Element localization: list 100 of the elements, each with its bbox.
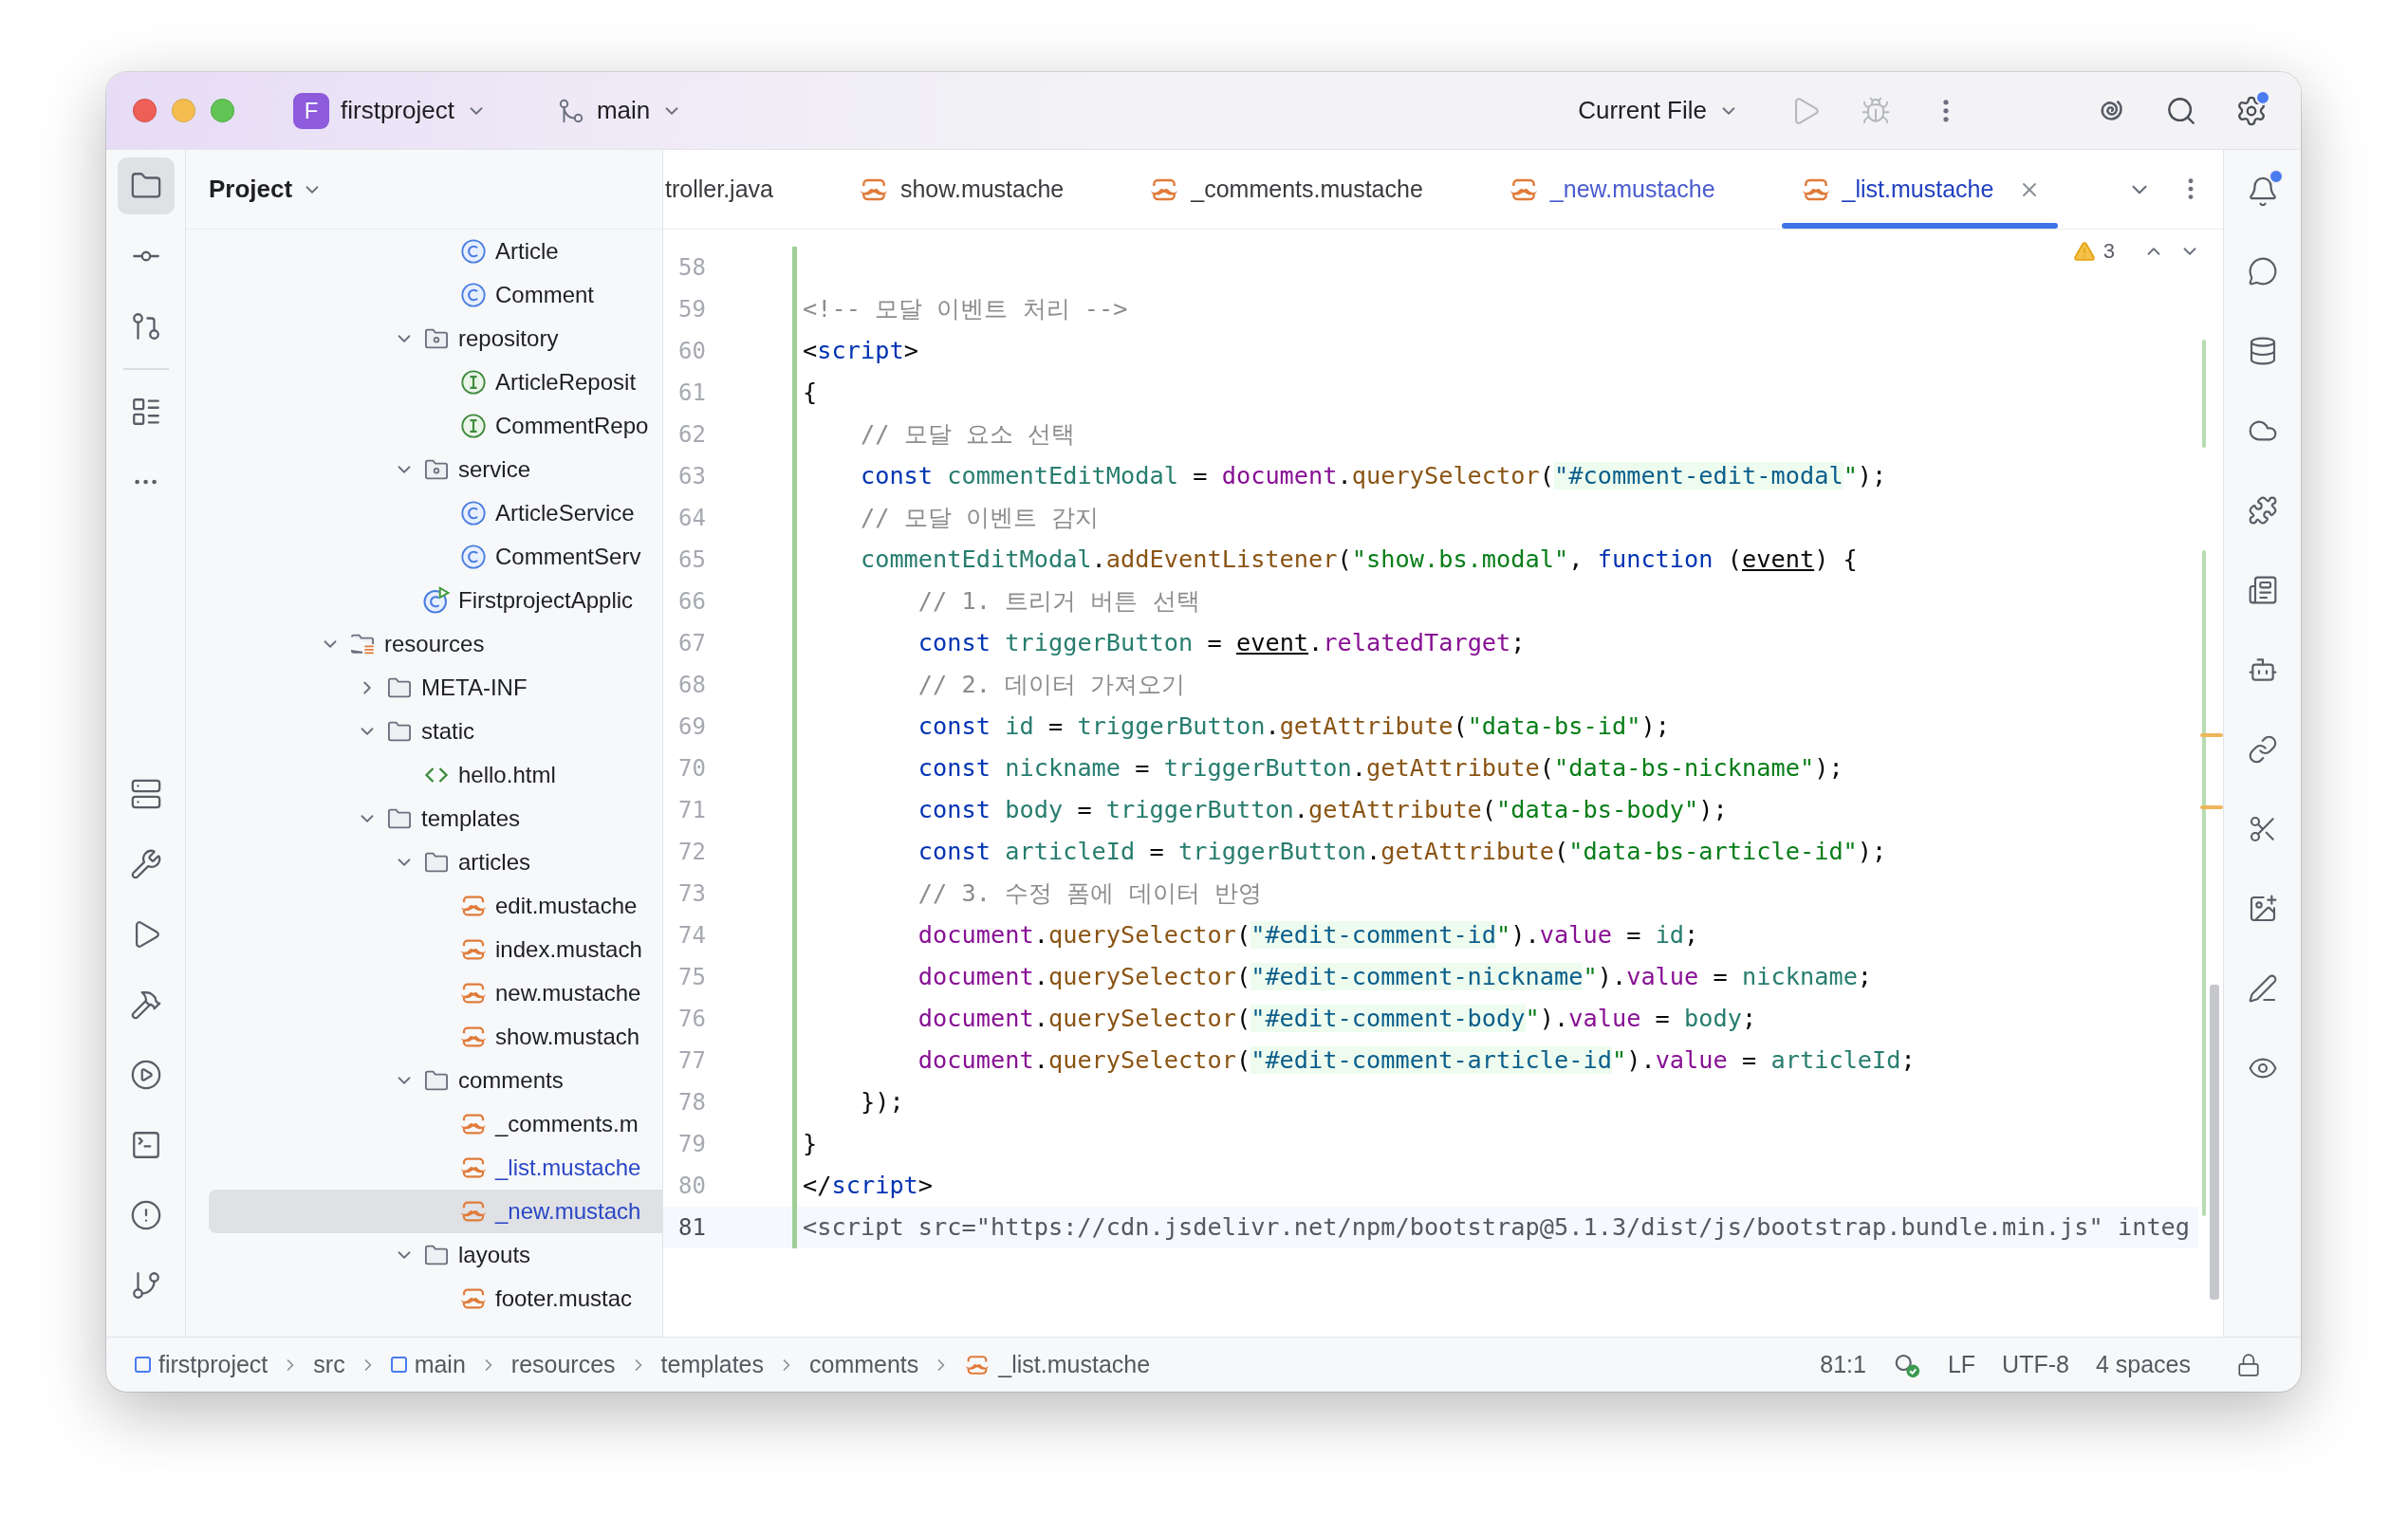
- tree-item[interactable]: _new.mustach: [209, 1190, 662, 1233]
- scrollbar-thumb[interactable]: [2210, 985, 2219, 1300]
- line-number: 80: [677, 1172, 707, 1201]
- message-icon: [2247, 256, 2278, 286]
- line-separator[interactable]: LF: [1934, 1351, 1990, 1378]
- line-number: 63: [677, 462, 707, 491]
- tree-item[interactable]: META-INF: [186, 666, 662, 710]
- lock-icon: [2236, 1352, 2261, 1377]
- tree-item[interactable]: ArticleReposit: [186, 360, 662, 404]
- line-number: 61: [677, 379, 707, 408]
- folder-button[interactable]: [117, 157, 175, 214]
- line-number: 66: [677, 587, 707, 617]
- warning-icon: [2072, 240, 2096, 263]
- interface-icon: [460, 369, 487, 396]
- tree-item[interactable]: comments: [186, 1059, 662, 1102]
- tree-item[interactable]: CommentRepo: [186, 404, 662, 448]
- code-line: <!-- 모달 이벤트 처리 -->: [792, 288, 2198, 330]
- tree-item[interactable]: ArticleService: [186, 491, 662, 535]
- indent-setting[interactable]: 4 spaces: [2082, 1351, 2204, 1378]
- class-run-icon: [422, 586, 451, 615]
- editor-tab[interactable]: _list.mustache: [1756, 150, 2084, 229]
- code-line: document.querySelector("#edit-comment-body").value = body;: [792, 998, 2198, 1040]
- tree-item[interactable]: layouts: [186, 1233, 662, 1277]
- tab-label: _comments.mustache: [1191, 175, 1423, 203]
- code-line: // 모달 이벤트 감지: [792, 497, 2198, 539]
- warning-marker: [2200, 805, 2223, 809]
- editor-tab[interactable]: show.mustache: [814, 150, 1106, 229]
- breadcrumb[interactable]: main: [386, 1351, 470, 1378]
- code-line: const commentEditModal = document.querySelector("#comment-edit-modal");: [792, 455, 2198, 497]
- line-number: 74: [677, 921, 707, 951]
- line-number: 75: [677, 963, 707, 992]
- warning-count: 3: [2102, 239, 2115, 264]
- tree-item[interactable]: FirstprojectApplic: [186, 579, 662, 622]
- panel-title: Project: [209, 175, 293, 204]
- run-configuration-selector[interactable]: Current File: [1570, 90, 1747, 131]
- editor-tab[interactable]: troller.java: [663, 150, 815, 229]
- tree-item[interactable]: templates: [186, 797, 662, 840]
- interface-icon: [460, 413, 487, 439]
- line-number: 69: [677, 712, 707, 742]
- line-number: 67: [677, 629, 707, 658]
- tree-item[interactable]: resources: [186, 622, 662, 666]
- branch-selector[interactable]: main: [548, 90, 691, 131]
- tree-item[interactable]: show.mustach: [186, 1015, 662, 1059]
- tree-item[interactable]: repository: [186, 317, 662, 360]
- breadcrumb[interactable]: firstproject: [131, 1351, 272, 1378]
- class-icon: [460, 238, 487, 265]
- code-line: document.querySelector("#edit-comment-nickname").value = nickname;: [792, 956, 2198, 998]
- puzzle-icon: [2247, 495, 2278, 526]
- tab-label: _list.mustache: [1842, 175, 1994, 203]
- class-icon: [460, 500, 487, 526]
- module-icon: [135, 1357, 151, 1373]
- breadcrumb-label: main: [414, 1351, 466, 1378]
- line-number: 81: [677, 1213, 707, 1243]
- line-number: 70: [677, 754, 707, 784]
- more-icon: [1943, 98, 1949, 123]
- tree-item[interactable]: Comment: [186, 273, 662, 317]
- breadcrumb[interactable]: _list.mustache: [960, 1351, 1155, 1378]
- line-number: 62: [677, 420, 707, 450]
- code-line: document.querySelector("#edit-comment-id").value = id;: [792, 914, 2198, 956]
- pencil-icon: [2247, 973, 2278, 1004]
- tree-item[interactable]: articles: [186, 840, 662, 884]
- tree-item[interactable]: footer.mustac: [186, 1277, 662, 1321]
- tree-item[interactable]: static: [186, 710, 662, 753]
- line-number: 77: [677, 1046, 707, 1076]
- editor-tab[interactable]: _new.mustache: [1464, 150, 1757, 229]
- breadcrumb-label: firstproject: [158, 1351, 269, 1378]
- class-icon: [460, 282, 487, 308]
- project-panel-title[interactable]: Project: [205, 171, 327, 208]
- close-window-button[interactable]: [133, 99, 157, 122]
- module-icon: [390, 1357, 407, 1373]
- tree-item[interactable]: Article: [186, 230, 662, 273]
- line-number: 79: [677, 1130, 707, 1159]
- line-number: 68: [677, 671, 707, 700]
- caret-position[interactable]: 81:1: [1806, 1351, 1880, 1378]
- line-number: 58: [677, 253, 707, 283]
- warning-marker: [2200, 733, 2223, 737]
- link-icon: [2247, 734, 2278, 765]
- tree-item[interactable]: hello.html: [186, 753, 662, 797]
- wrench-icon: [129, 848, 162, 880]
- tab-label: troller.java: [665, 175, 773, 203]
- editor-tab[interactable]: _comments.mustache: [1105, 150, 1465, 229]
- tree-item[interactable]: edit.mustache: [186, 884, 662, 928]
- tree-item[interactable]: new.mustache: [186, 971, 662, 1015]
- hammer-icon: [129, 988, 162, 1021]
- tree-item[interactable]: service: [186, 448, 662, 491]
- line-number: 65: [677, 545, 707, 575]
- tab-label: _new.mustache: [1549, 175, 1715, 203]
- tree-item[interactable]: CommentServ: [186, 535, 662, 579]
- line-number: 71: [677, 796, 707, 825]
- line-number: 78: [677, 1088, 707, 1117]
- project-selector[interactable]: F firstproject: [286, 86, 494, 135]
- tree-item[interactable]: _list.mustache: [186, 1146, 662, 1190]
- tree-item[interactable]: _comments.m: [186, 1102, 662, 1146]
- line-number: 72: [677, 838, 707, 867]
- tree-item[interactable]: index.mustach: [186, 928, 662, 971]
- line-number: 64: [677, 504, 707, 533]
- code-line: <script src="https://cdn.jsdelivr.net/npm/bootstrap@5.1.3/dist/js/bootstrap.bundle.min.js" integ: [792, 1207, 2198, 1248]
- server-icon: [129, 778, 162, 810]
- file-encoding[interactable]: UTF-8: [1989, 1351, 2083, 1378]
- settings-icon: [2235, 94, 2268, 127]
